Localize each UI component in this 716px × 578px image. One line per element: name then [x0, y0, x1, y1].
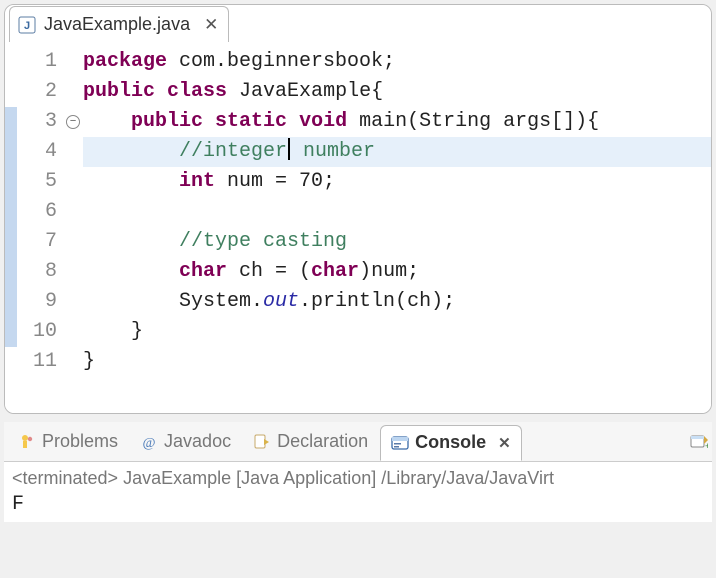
views-tab-bar: Problems @ Javadoc Declaration Console ✕ +	[4, 422, 712, 462]
line-number-gutter: 1234567891011	[17, 47, 63, 413]
fold-cell	[63, 227, 83, 257]
tab-label: Problems	[42, 431, 118, 452]
console-status: <terminated> JavaExample [Java Applicati…	[12, 468, 704, 489]
fold-cell	[63, 287, 83, 317]
editor-tab-bar: J JavaExample.java ✕	[5, 5, 711, 41]
line-number: 3	[17, 107, 57, 137]
marker-cell	[5, 257, 17, 287]
tab-javadoc[interactable]: @ Javadoc	[130, 424, 241, 460]
fold-cell	[63, 167, 83, 197]
tab-console[interactable]: Console ✕	[380, 425, 522, 461]
tab-label: Console	[415, 432, 486, 453]
svg-text:J: J	[24, 20, 30, 32]
fold-cell	[63, 317, 83, 347]
tab-label: Declaration	[277, 431, 368, 452]
code-line[interactable]: public static void main(String args[]){	[83, 107, 711, 137]
marker-cell	[5, 197, 17, 227]
folding-ruler: −	[63, 47, 83, 413]
line-number: 11	[17, 347, 57, 377]
console-icon	[391, 434, 409, 452]
code-line[interactable]: //type casting	[83, 227, 711, 257]
marker-cell	[5, 347, 17, 377]
line-number: 9	[17, 287, 57, 317]
code-line[interactable]	[83, 197, 711, 227]
fold-toggle-icon[interactable]: −	[66, 115, 80, 129]
line-number: 4	[17, 137, 57, 167]
marker-cell	[5, 77, 17, 107]
declaration-icon	[253, 433, 271, 451]
code-content[interactable]: package com.beginnersbook;public class J…	[83, 47, 711, 413]
marker-cell	[5, 107, 17, 137]
code-line[interactable]: char ch = (char)num;	[83, 257, 711, 287]
svg-text:@: @	[143, 436, 156, 451]
fold-cell	[63, 257, 83, 287]
svg-text:+: +	[705, 441, 708, 451]
editor-panel: J JavaExample.java ✕ 1234567891011 − pac…	[4, 4, 712, 414]
close-icon[interactable]: ✕	[204, 15, 218, 35]
open-console-icon[interactable]: +	[690, 433, 708, 451]
marker-cell	[5, 167, 17, 197]
tab-declaration[interactable]: Declaration	[243, 424, 378, 460]
marker-cell	[5, 287, 17, 317]
code-line[interactable]: package com.beginnersbook;	[83, 47, 711, 77]
tab-label: Javadoc	[164, 431, 231, 452]
fold-cell	[63, 347, 83, 377]
code-line[interactable]: //integer number	[83, 137, 711, 167]
code-line[interactable]: System.out.println(ch);	[83, 287, 711, 317]
marker-ruler	[5, 47, 17, 413]
fold-cell	[63, 137, 83, 167]
line-number: 7	[17, 227, 57, 257]
close-icon[interactable]: ✕	[498, 434, 511, 452]
editor-tab-label: JavaExample.java	[44, 14, 190, 35]
marker-cell	[5, 47, 17, 77]
line-number: 8	[17, 257, 57, 287]
line-number: 2	[17, 77, 57, 107]
javadoc-icon: @	[140, 433, 158, 451]
code-line[interactable]: int num = 70;	[83, 167, 711, 197]
fold-cell	[63, 197, 83, 227]
marker-cell	[5, 227, 17, 257]
marker-cell	[5, 137, 17, 167]
code-editor[interactable]: 1234567891011 − package com.beginnersboo…	[5, 41, 711, 413]
bottom-panel: Problems @ Javadoc Declaration Console ✕ + <t…	[4, 422, 712, 522]
line-number: 5	[17, 167, 57, 197]
editor-tab-javaexample[interactable]: J JavaExample.java ✕	[9, 6, 229, 42]
code-line[interactable]: }	[83, 347, 711, 377]
fold-cell	[63, 77, 83, 107]
fold-cell: −	[63, 107, 83, 137]
marker-cell	[5, 317, 17, 347]
java-file-icon: J	[18, 16, 36, 34]
code-line[interactable]: }	[83, 317, 711, 347]
console-output: F	[12, 493, 704, 516]
fold-cell	[63, 47, 83, 77]
tab-problems[interactable]: Problems	[8, 424, 128, 460]
problems-icon	[18, 433, 36, 451]
line-number: 10	[17, 317, 57, 347]
console-body: <terminated> JavaExample [Java Applicati…	[4, 462, 712, 522]
line-number: 6	[17, 197, 57, 227]
text-caret	[288, 138, 290, 160]
line-number: 1	[17, 47, 57, 77]
code-line[interactable]: public class JavaExample{	[83, 77, 711, 107]
